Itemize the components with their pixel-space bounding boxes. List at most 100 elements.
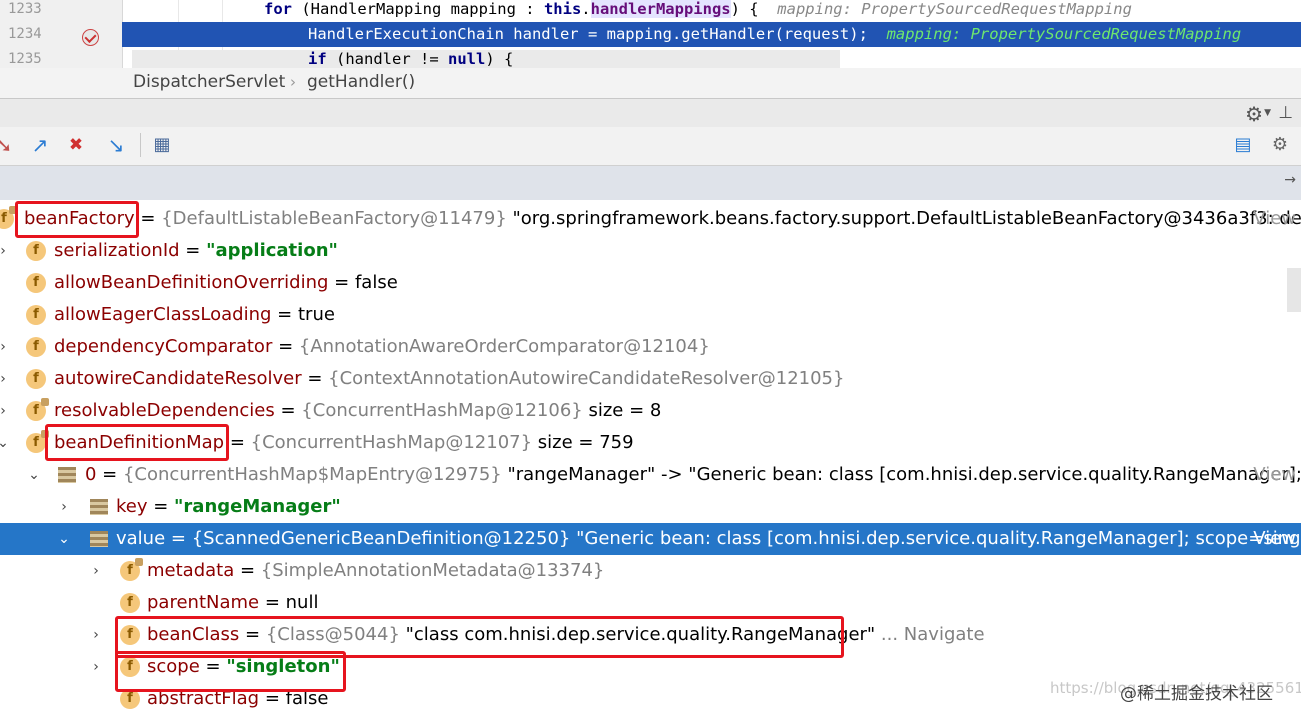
- debug-panel-header: [0, 99, 1301, 127]
- tree-row-allowBeanDefinitionOverriding[interactable]: f allowBeanDefinitionOverriding = false: [0, 267, 1301, 299]
- chevron-right-icon[interactable]: ›: [56, 491, 72, 523]
- field-icon: f: [0, 206, 17, 229]
- navigate-link[interactable]: ... Navigate: [875, 624, 985, 645]
- var-ref: {SimpleAnnotationMetadata@13374}: [260, 560, 605, 581]
- view-link[interactable]: View: [1253, 459, 1296, 491]
- tree-row-autowireCandidateResolver[interactable]: › f autowireCandidateResolver = {Context…: [0, 363, 1301, 395]
- var-ref: {ContextAnnotationAutowireCandidateResol…: [328, 368, 845, 389]
- line-number: 1233: [8, 1, 42, 17]
- inline-debug-hint: mapping: PropertySourcedRequestMapping: [777, 0, 1132, 18]
- keyword: null: [448, 50, 486, 68]
- field-icon: f: [26, 241, 46, 261]
- var-name: autowireCandidateResolver: [54, 368, 302, 389]
- inline-debug-hint: mapping: PropertySourcedRequestMapping: [886, 25, 1242, 43]
- breakpoint-check-icon[interactable]: [82, 29, 99, 46]
- chevron-right-icon[interactable]: ›: [88, 555, 104, 587]
- keyword: this: [543, 0, 582, 18]
- var-string: "application": [206, 240, 338, 261]
- community-logo: @稀土掘金技术社区: [1120, 684, 1273, 704]
- var-ref: {AnnotationAwareOrderComparator@12104}: [298, 336, 710, 357]
- tree-row-key[interactable]: › key = "rangeManager": [0, 491, 1301, 523]
- chevron-down-icon[interactable]: ▼: [1264, 108, 1271, 118]
- var-name: value: [116, 528, 166, 549]
- var-ref: {ConcurrentHashMap$MapEntry@12975}: [122, 464, 502, 485]
- highlight-box: [45, 424, 229, 461]
- evaluate-expression-icon[interactable]: ▦: [150, 133, 174, 157]
- tree-row-resolvableDependencies[interactable]: › f resolvableDependencies = {Concurrent…: [0, 395, 1301, 427]
- close-frame-icon[interactable]: ✖: [64, 133, 88, 157]
- chevron-right-icon[interactable]: ›: [88, 651, 104, 683]
- breadcrumb-method[interactable]: getHandler(): [307, 68, 415, 96]
- tree-row-value-selected[interactable]: ⌄ value = {ScannedGenericBeanDefinition@…: [0, 523, 1301, 555]
- equals-sign: =: [96, 464, 123, 485]
- field-icon: f: [120, 689, 140, 709]
- tree-row-beanFactory[interactable]: f beanFactory = {DefaultListableBeanFact…: [0, 203, 1301, 235]
- chevron-right-icon[interactable]: ›: [88, 619, 104, 651]
- tree-row-parentName[interactable]: f parentName = null: [0, 587, 1301, 619]
- chevron-right-icon[interactable]: ›: [0, 331, 11, 363]
- debugger-toolbar: [0, 127, 1301, 166]
- var-ref: {DefaultListableBeanFactory@11479}: [161, 208, 507, 229]
- settings-icon[interactable]: ⚙: [1245, 102, 1263, 126]
- minimize-icon[interactable]: ⊥: [1278, 103, 1293, 123]
- var-ref: {ScannedGenericBeanDefinition@12250}: [191, 528, 571, 549]
- settings-icon[interactable]: ⚙: [1268, 133, 1292, 157]
- breadcrumb: DispatcherServlet › getHandler(): [0, 68, 1301, 99]
- var-value: null: [285, 592, 319, 613]
- chevron-down-icon[interactable]: ⌄: [0, 427, 11, 459]
- jump-to-source-icon[interactable]: ↗: [28, 133, 52, 157]
- var-value: size = 8: [582, 400, 662, 421]
- code-text: for (HandlerMapping mapping : this.handl…: [132, 0, 1132, 22]
- highlight-box: [15, 201, 139, 238]
- chevron-down-icon[interactable]: ⌄: [26, 459, 42, 491]
- code-editor[interactable]: 1233 for (HandlerMapping mapping : this.…: [0, 0, 1301, 68]
- equals-sign: =: [165, 528, 192, 549]
- equals-sign: =: [301, 368, 329, 389]
- var-value: "rangeManager" -> "Generic bean: class […: [501, 464, 1301, 485]
- var-value: false: [354, 272, 398, 293]
- code-segment: (handler !=: [326, 50, 448, 68]
- view-link[interactable]: View: [1253, 203, 1296, 235]
- run-to-cursor-icon[interactable]: ↘: [104, 133, 128, 157]
- equals-sign: =: [271, 304, 298, 325]
- chevron-right-icon[interactable]: ›: [0, 235, 11, 267]
- code-segment: (HandlerMapping mapping :: [292, 0, 544, 18]
- code-line[interactable]: 1233 for (HandlerMapping mapping : this.…: [0, 0, 1301, 22]
- var-value: true: [297, 304, 335, 325]
- field-icon: f: [120, 558, 143, 581]
- tree-row-metadata[interactable]: › f metadata = {SimpleAnnotationMetadata…: [0, 555, 1301, 587]
- chevron-down-icon[interactable]: ⌄: [56, 523, 72, 555]
- field-icon: f: [26, 337, 46, 357]
- chevron-right-icon[interactable]: ›: [0, 395, 11, 427]
- view-link[interactable]: View: [1253, 523, 1296, 555]
- toolbar-separator: [140, 133, 141, 157]
- tree-row-dependencyComparator[interactable]: › f dependencyComparator = {AnnotationAw…: [0, 331, 1301, 363]
- code-text: HandlerExecutionChain handler = mapping.…: [132, 22, 1241, 47]
- line-number: 1235: [8, 51, 42, 67]
- field-icon: f: [26, 369, 46, 389]
- keyword: if: [308, 50, 327, 68]
- map-entry-icon: [58, 467, 76, 483]
- code-segment: .: [581, 0, 591, 18]
- code-segment: ) {: [485, 50, 514, 68]
- expand-icon[interactable]: →: [1284, 172, 1296, 188]
- tree-row-entry-0[interactable]: ⌄ 0 = {ConcurrentHashMap$MapEntry@12975}…: [0, 459, 1301, 491]
- tree-row-allowEagerClassLoading[interactable]: f allowEagerClassLoading = true: [0, 299, 1301, 331]
- var-name: parentName: [147, 592, 260, 613]
- line-number: 1234: [8, 26, 42, 42]
- step-out-icon[interactable]: ➘: [0, 133, 16, 157]
- var-name: 0: [85, 464, 97, 485]
- tree-row-serializationId[interactable]: › f serializationId = "application": [0, 235, 1301, 267]
- equals-sign: =: [179, 240, 207, 261]
- field-icon: f: [26, 430, 49, 453]
- current-execution-line[interactable]: 1234 HandlerExecutionChain handler = map…: [0, 22, 1301, 47]
- chevron-right-icon[interactable]: ›: [0, 363, 11, 395]
- code-line[interactable]: 1235 if (handler != null) {: [0, 47, 1301, 68]
- equals-sign: =: [274, 400, 302, 421]
- restore-layout-icon[interactable]: ▤: [1231, 133, 1255, 157]
- breadcrumb-class[interactable]: DispatcherServlet: [133, 68, 285, 96]
- var-value: size = 759: [532, 432, 634, 453]
- var-string: "rangeManager": [174, 496, 341, 517]
- highlight-box: [115, 651, 346, 692]
- field-icon: f: [120, 593, 140, 613]
